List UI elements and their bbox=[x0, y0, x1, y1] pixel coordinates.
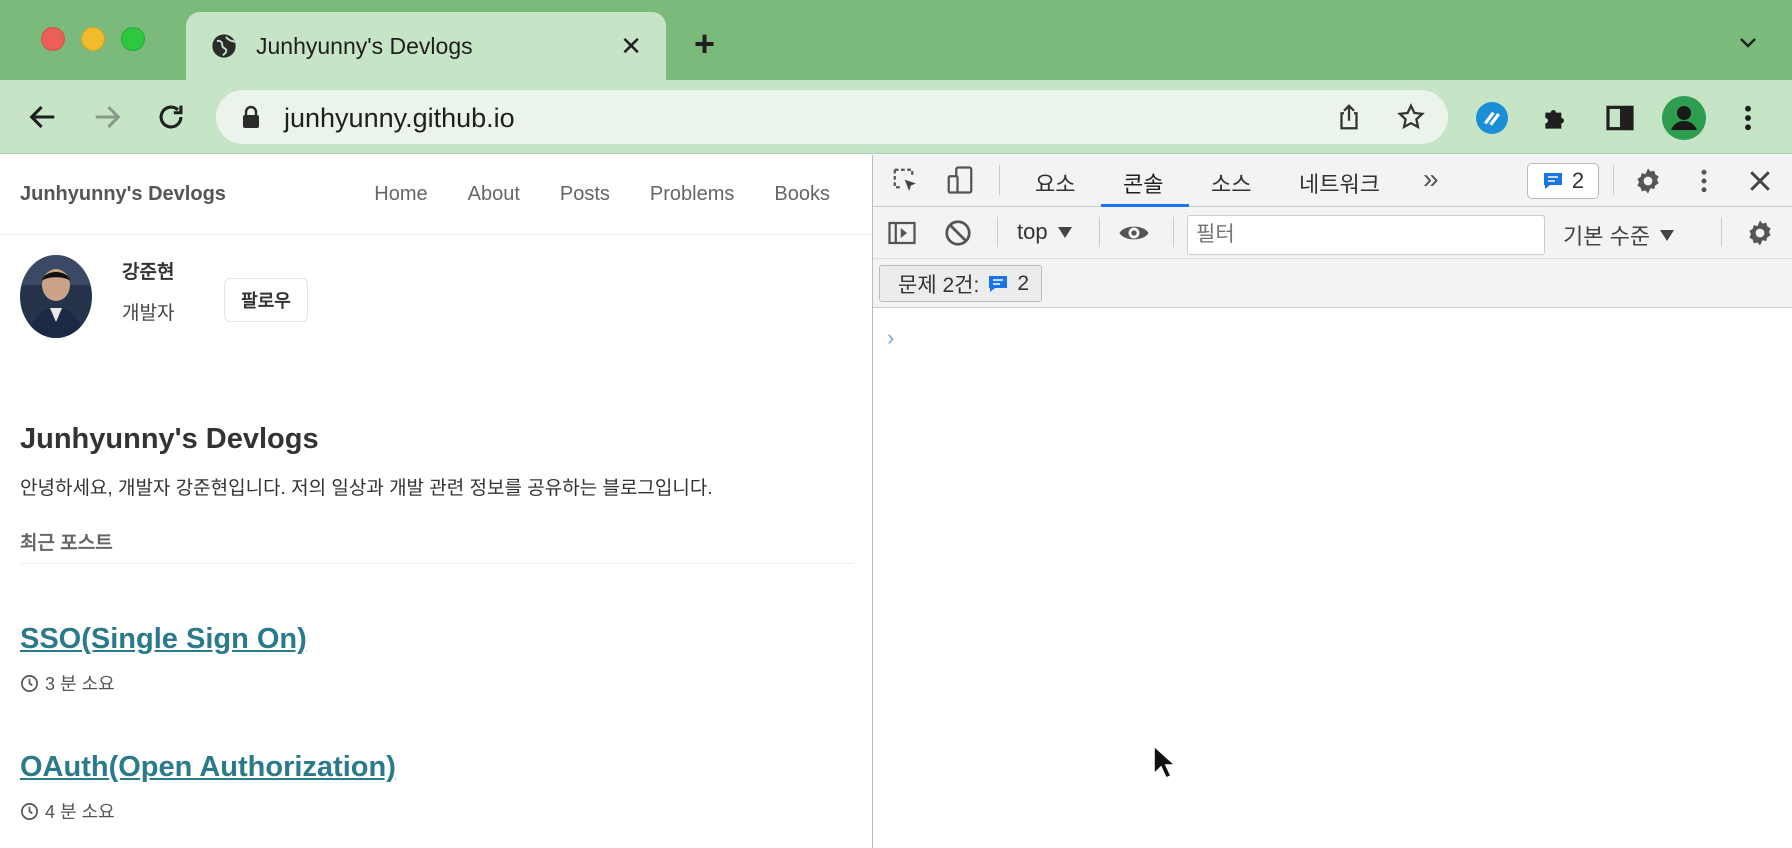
star-icon[interactable] bbox=[1396, 102, 1426, 132]
web-page: Junhyunny's Devlogs Home About Posts Pro… bbox=[0, 155, 872, 848]
site-header: Junhyunny's Devlogs Home About Posts Pro… bbox=[0, 155, 872, 235]
inspect-element-icon[interactable] bbox=[891, 166, 921, 196]
back-arrow-icon[interactable] bbox=[26, 100, 60, 134]
sidebar-icon[interactable] bbox=[1604, 102, 1636, 134]
puzzle-icon[interactable] bbox=[1540, 102, 1572, 134]
chevron-down-icon bbox=[1057, 226, 1072, 238]
address-bar[interactable]: junhyunny.github.io bbox=[216, 90, 1448, 144]
nav-about[interactable]: About bbox=[468, 183, 520, 206]
devtools-tab-bar: 요소 콘솔 소스 네트워크 » 2 bbox=[873, 155, 1792, 207]
issues-bar: 문제 2건: 2 bbox=[873, 259, 1792, 308]
divider bbox=[1173, 217, 1174, 247]
issues-count: 2 bbox=[1571, 168, 1585, 193]
new-tab-button[interactable]: + bbox=[694, 26, 715, 62]
divider bbox=[1613, 165, 1614, 195]
console-prompt[interactable]: › bbox=[887, 325, 894, 351]
tab-elements[interactable]: 요소 bbox=[1035, 167, 1075, 199]
context-label: top bbox=[1017, 219, 1048, 244]
close-icon[interactable] bbox=[1745, 166, 1775, 196]
sidebar-toggle-icon[interactable] bbox=[887, 218, 917, 248]
gear-icon[interactable] bbox=[1633, 166, 1663, 196]
read-time: 3 분 소요 bbox=[45, 674, 115, 694]
chevron-down-icon[interactable] bbox=[1736, 30, 1760, 54]
clock-icon bbox=[21, 802, 38, 820]
kebab-menu-icon[interactable] bbox=[1689, 166, 1719, 196]
extension-icon[interactable] bbox=[1476, 102, 1508, 134]
filter-input[interactable] bbox=[1187, 215, 1545, 255]
clock-icon bbox=[21, 674, 38, 692]
tab-strip: Junhyunny's Devlogs ✕ + bbox=[0, 0, 1792, 80]
nav-posts[interactable]: Posts bbox=[560, 183, 610, 206]
list-item: SSO(Single Sign On) 3 분 소요 bbox=[20, 623, 307, 696]
kebab-menu-icon[interactable] bbox=[1732, 102, 1764, 134]
issues-counter-button[interactable]: 2 bbox=[1527, 163, 1599, 199]
divider bbox=[1721, 217, 1722, 247]
forward-arrow-icon[interactable] bbox=[90, 100, 124, 134]
issues-label: 문제 2건: bbox=[898, 273, 980, 297]
author-profile: 강준현 개발자 팔로우 bbox=[20, 255, 840, 345]
author-role: 개발자 bbox=[122, 303, 175, 324]
post-meta: 4 분 소요 bbox=[20, 798, 396, 824]
console-toolbar: top 기본 수준 bbox=[873, 207, 1792, 259]
recent-posts-heading: 최근 포스트 bbox=[20, 533, 113, 554]
post-title-link[interactable]: SSO(Single Sign On) bbox=[20, 623, 307, 656]
divider bbox=[999, 165, 1000, 195]
divider bbox=[1099, 217, 1100, 247]
nav-books[interactable]: Books bbox=[774, 183, 830, 206]
tab-network[interactable]: 네트워크 bbox=[1299, 167, 1380, 199]
message-icon bbox=[1543, 173, 1562, 189]
globe-icon bbox=[212, 34, 236, 58]
minimize-window-button[interactable] bbox=[81, 27, 105, 51]
divider bbox=[997, 217, 998, 247]
browser-tab[interactable]: Junhyunny's Devlogs ✕ bbox=[186, 12, 666, 80]
tab-console[interactable]: 콘솔 bbox=[1123, 167, 1163, 199]
profile-icon[interactable] bbox=[1662, 96, 1706, 140]
post-title-link[interactable]: OAuth(Open Authorization) bbox=[20, 751, 396, 784]
gear-icon[interactable] bbox=[1745, 218, 1775, 248]
lock-icon[interactable] bbox=[240, 105, 262, 129]
read-time: 4 분 소요 bbox=[45, 802, 115, 822]
eye-icon[interactable] bbox=[1117, 218, 1151, 248]
issues-chip-count: 2 bbox=[1017, 271, 1029, 295]
avatar bbox=[20, 255, 92, 338]
blog-description: 안녕하세요, 개발자 강준현입니다. 저의 일상과 개발 관련 정보를 공유하는… bbox=[20, 478, 713, 499]
site-nav: Home About Posts Problems Books bbox=[374, 183, 830, 206]
zoom-window-button[interactable] bbox=[121, 27, 145, 51]
close-window-button[interactable] bbox=[41, 27, 65, 51]
tab-title: Junhyunny's Devlogs bbox=[256, 32, 473, 59]
post-meta: 3 분 소요 bbox=[20, 670, 307, 696]
tab-close-button[interactable]: ✕ bbox=[620, 33, 642, 59]
devtools-panel: 요소 콘솔 소스 네트워크 » 2 top 필터 기본 수준 문제 2건: 2 … bbox=[872, 155, 1792, 848]
page-title: Junhyunny's Devlogs bbox=[20, 423, 319, 455]
browser-toolbar: junhyunny.github.io bbox=[0, 80, 1792, 154]
site-title-link[interactable]: Junhyunny's Devlogs bbox=[20, 183, 226, 206]
message-icon bbox=[989, 275, 1008, 292]
log-level-dropdown[interactable]: 기본 수준 bbox=[1563, 219, 1675, 251]
nav-problems[interactable]: Problems bbox=[650, 183, 734, 206]
share-icon[interactable] bbox=[1334, 102, 1364, 132]
list-item: OAuth(Open Authorization) 4 분 소요 bbox=[20, 751, 396, 824]
clear-console-icon[interactable] bbox=[943, 218, 973, 248]
follow-button[interactable]: 팔로우 bbox=[224, 278, 308, 322]
chevron-down-icon bbox=[1660, 229, 1675, 241]
nav-home[interactable]: Home bbox=[374, 183, 427, 206]
context-selector[interactable]: top bbox=[1017, 219, 1072, 245]
author-name: 강준현 bbox=[122, 262, 175, 283]
device-toolbar-icon[interactable] bbox=[945, 165, 975, 195]
url-text[interactable]: junhyunny.github.io bbox=[284, 103, 515, 134]
more-tabs-button[interactable]: » bbox=[1423, 163, 1438, 195]
issues-chip[interactable]: 문제 2건: 2 bbox=[879, 265, 1042, 302]
divider bbox=[20, 563, 854, 564]
reload-icon[interactable] bbox=[154, 100, 188, 134]
mouse-cursor-icon bbox=[1153, 744, 1176, 780]
tab-sources[interactable]: 소스 bbox=[1211, 167, 1251, 199]
log-level-label: 기본 수준 bbox=[1563, 224, 1651, 249]
